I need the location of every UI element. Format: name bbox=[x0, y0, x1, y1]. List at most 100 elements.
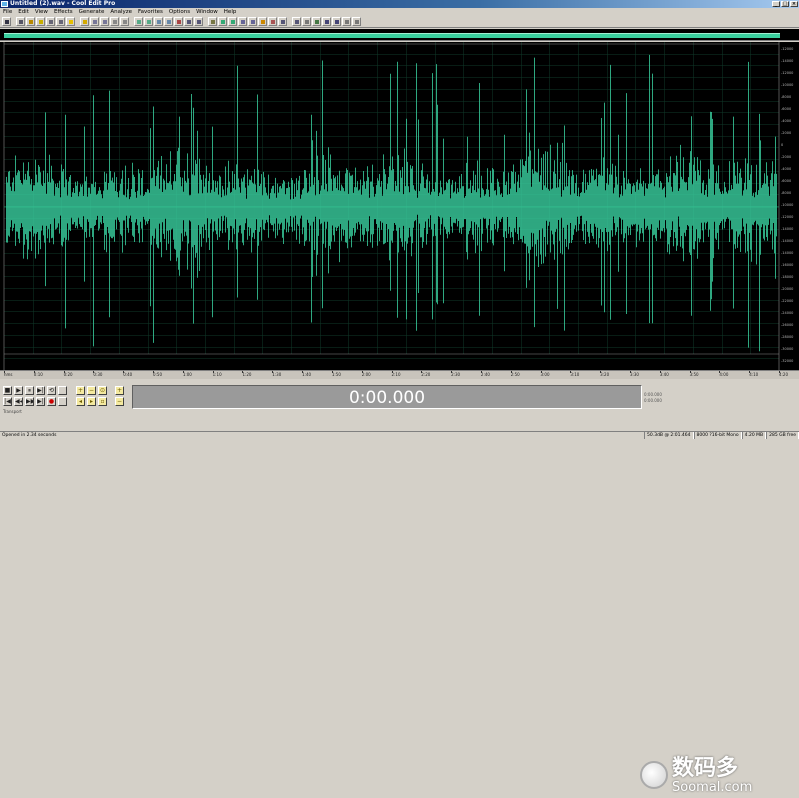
waveform-canvas[interactable]: -12000 -14000 -12000 -10000 -8000 -6000 -4000 -… bbox=[0, 42, 799, 370]
menu-options[interactable]: Options bbox=[169, 8, 190, 16]
close-button[interactable]: × bbox=[790, 1, 798, 7]
menu-favorites[interactable]: Favorites bbox=[138, 8, 163, 16]
toolbar-button-icon[interactable] bbox=[332, 17, 341, 26]
toolbar-button-icon[interactable] bbox=[292, 17, 301, 26]
toolbar bbox=[0, 16, 799, 28]
watermark-text: 数码多 Soomal.com bbox=[672, 756, 752, 794]
menu-generate[interactable]: Generate bbox=[79, 8, 105, 16]
transport-panel: ■ ▶ ⏸ ▶| ⟲ |◀ ◀◀ ▶▶ ▶| ● + − ⊙ ◂ ▸ ▫ + −… bbox=[0, 380, 799, 794]
watermark: 数码多 Soomal.com bbox=[640, 752, 799, 798]
toolbar-button-icon[interactable] bbox=[144, 17, 153, 26]
vzoom-out-icon[interactable]: − bbox=[115, 397, 124, 406]
time-tick-label: 1:10 bbox=[212, 371, 222, 377]
toolbar-button-icon[interactable] bbox=[36, 17, 45, 26]
toolbar-button-icon[interactable] bbox=[258, 17, 267, 26]
vzoom-in-icon[interactable]: + bbox=[115, 386, 124, 395]
time-tick-label: 3:50 bbox=[689, 371, 699, 377]
play-button[interactable]: ▶ bbox=[14, 386, 23, 395]
overview-range-bar[interactable] bbox=[4, 33, 780, 38]
db-scale-label: -6000 bbox=[781, 107, 791, 111]
toolbar-button-icon[interactable] bbox=[238, 17, 247, 26]
go-start-button[interactable]: |◀ bbox=[3, 397, 12, 406]
status-format: 8000 ?16-bit Mono bbox=[693, 432, 742, 439]
time-tick-label: 2:40 bbox=[480, 371, 490, 377]
zoom-left-icon[interactable]: ◂ bbox=[76, 397, 85, 406]
time-tick-label: 1:20 bbox=[242, 371, 252, 377]
time-ruler[interactable]: hms 0:10 0:20 0:30 0:40 0:50 1:00 1:10 1:20 1:30 1… bbox=[0, 370, 799, 379]
menu-view[interactable]: View bbox=[35, 8, 48, 16]
toolbar-button-icon[interactable] bbox=[208, 17, 217, 26]
toolbar-button-icon[interactable] bbox=[248, 17, 257, 26]
toolbar-button-icon[interactable] bbox=[342, 17, 351, 26]
waveform-display[interactable]: -12000 -14000 -12000 -10000 -8000 -6000 -4000 -… bbox=[0, 42, 799, 370]
time-display: 0:00.000 bbox=[132, 385, 642, 409]
menu-bar: File Edit View Effects Generate Analyze … bbox=[0, 8, 799, 16]
zoom-selection-icon[interactable]: ▫ bbox=[98, 397, 107, 406]
maximize-button[interactable]: □ bbox=[781, 1, 789, 7]
toolbar-button-icon[interactable] bbox=[100, 17, 109, 26]
toolbar-button-icon[interactable] bbox=[278, 17, 287, 26]
toolbar-button-icon[interactable] bbox=[194, 17, 203, 26]
db-scale-label: -14000 bbox=[781, 239, 793, 243]
toolbar-button-icon[interactable] bbox=[312, 17, 321, 26]
toolbar-button-icon[interactable] bbox=[184, 17, 193, 26]
time-tick-label: 1:40 bbox=[302, 371, 312, 377]
waveform-trace bbox=[6, 54, 777, 352]
extra-button[interactable] bbox=[58, 397, 67, 406]
toolbar-button-icon[interactable] bbox=[154, 17, 163, 26]
toolbar-button-icon[interactable] bbox=[228, 17, 237, 26]
zoom-out-icon[interactable]: − bbox=[87, 386, 96, 395]
record-button[interactable]: ● bbox=[47, 397, 56, 406]
toolbar-button-icon[interactable] bbox=[164, 17, 173, 26]
pause-button[interactable]: ⏸ bbox=[25, 386, 34, 395]
menu-window[interactable]: Window bbox=[196, 8, 218, 16]
toolbar-button-icon[interactable] bbox=[26, 17, 35, 26]
time-tick-label: 0:50 bbox=[153, 371, 163, 377]
toolbar-button-icon[interactable] bbox=[110, 17, 119, 26]
loop-button[interactable]: ⟲ bbox=[47, 386, 56, 395]
toolbar-button-icon[interactable] bbox=[322, 17, 331, 26]
db-scale-label: 0 bbox=[781, 143, 783, 147]
toolbar-button-icon[interactable] bbox=[80, 17, 89, 26]
status-free-space: 285 GB free bbox=[766, 432, 799, 439]
time-tick-label: 2:00 bbox=[361, 371, 371, 377]
menu-analyze[interactable]: Analyze bbox=[110, 8, 132, 16]
toolbar-button-icon[interactable] bbox=[302, 17, 311, 26]
toolbar-button-icon[interactable] bbox=[56, 17, 65, 26]
toolbar-button-icon[interactable] bbox=[16, 17, 25, 26]
db-scale-label: -32000 bbox=[781, 359, 793, 363]
zoom-in-icon[interactable]: + bbox=[76, 386, 85, 395]
toolbar-button-icon[interactable] bbox=[2, 17, 11, 26]
toolbar-button-icon[interactable] bbox=[120, 17, 129, 26]
status-bar: Opened in 2.34 seconds 50.3dB @ 2:01.464… bbox=[0, 431, 799, 439]
stop-button[interactable]: ■ bbox=[3, 386, 12, 395]
waveform-overview[interactable] bbox=[0, 29, 799, 41]
go-end-button[interactable]: ▶| bbox=[36, 397, 45, 406]
toolbar-button-icon[interactable] bbox=[218, 17, 227, 26]
toolbar-button-icon[interactable] bbox=[134, 17, 143, 26]
toolbar-button-icon[interactable] bbox=[90, 17, 99, 26]
play-to-end-button[interactable]: ▶| bbox=[36, 386, 45, 395]
menu-effects[interactable]: Effects bbox=[54, 8, 73, 16]
toolbar-button-icon[interactable] bbox=[352, 17, 361, 26]
menu-file[interactable]: File bbox=[3, 8, 12, 16]
window-controls: _ □ × bbox=[772, 1, 798, 7]
toolbar-button-icon[interactable] bbox=[66, 17, 75, 26]
toolbar-button-icon[interactable] bbox=[174, 17, 183, 26]
zoom-full-icon[interactable]: ⊙ bbox=[98, 386, 107, 395]
time-tick-label: 4:00 bbox=[719, 371, 729, 377]
app-icon bbox=[1, 1, 8, 7]
time-tick-label: 3:40 bbox=[659, 371, 669, 377]
toolbar-button-icon[interactable] bbox=[46, 17, 55, 26]
vertical-zoom-controls: + − bbox=[115, 386, 124, 406]
menu-edit[interactable]: Edit bbox=[18, 8, 29, 16]
fast-forward-button[interactable]: ▶▶ bbox=[25, 397, 34, 406]
play-mode-button[interactable] bbox=[58, 386, 67, 395]
selection-readouts: 0:00.000 0:00.000 bbox=[642, 392, 792, 422]
readout-end: 0:00.000 bbox=[644, 398, 662, 403]
zoom-right-icon[interactable]: ▸ bbox=[87, 397, 96, 406]
toolbar-button-icon[interactable] bbox=[268, 17, 277, 26]
menu-help[interactable]: Help bbox=[224, 8, 237, 16]
rewind-button[interactable]: ◀◀ bbox=[14, 397, 23, 406]
minimize-button[interactable]: _ bbox=[772, 1, 780, 7]
